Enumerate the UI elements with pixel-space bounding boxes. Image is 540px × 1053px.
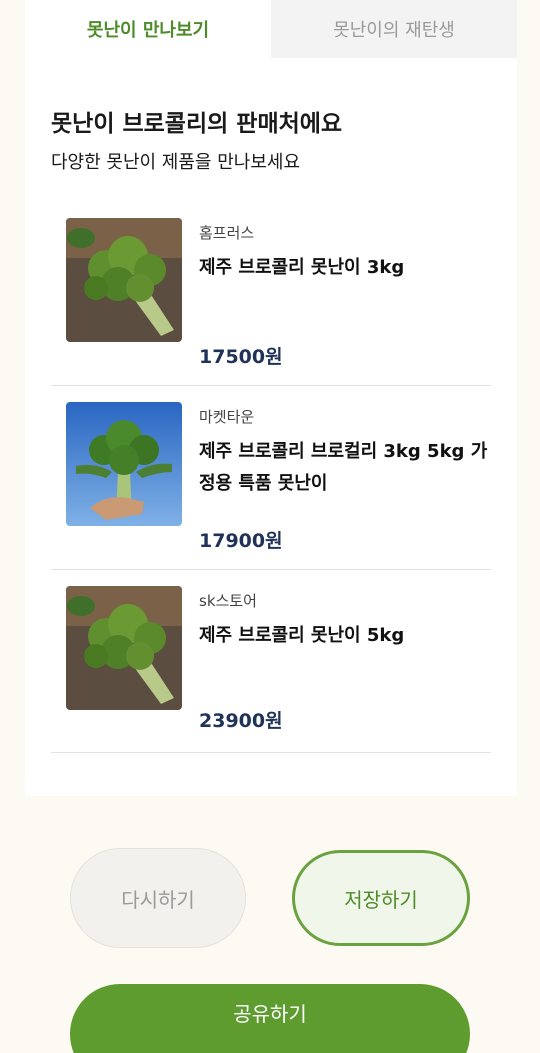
share-button-label: 공유하기 [233, 1001, 307, 1026]
tab-bar: 못난이 만나보기 못난이의 재탄생 [25, 0, 517, 58]
product-item[interactable]: sk스토어 제주 브로콜리 못난이 5kg 23900원 [51, 586, 491, 753]
product-name[interactable]: 제주 브로콜리 못난이 3kg [199, 252, 489, 284]
product-price: 17500원 [199, 346, 283, 368]
store-name: sk스토어 [199, 592, 257, 610]
tab-meet-ugly[interactable]: 못난이 만나보기 [25, 0, 271, 58]
broccoli-image [66, 402, 182, 526]
broccoli-image [66, 586, 182, 710]
page: 못난이 만나보기 못난이의 재탄생 못난이 브로콜리의 판매처에요 다양한 못난… [0, 0, 540, 1053]
save-button[interactable]: 저장하기 [292, 850, 470, 946]
page-subtitle: 다양한 못난이 제품을 만나보세요 [51, 152, 301, 173]
retry-button[interactable]: 다시하기 [70, 848, 246, 948]
product-item[interactable]: 마켓타운 제주 브로콜리 브로컬리 3kg 5kg 가정용 특품 못난이 179… [51, 402, 491, 570]
tab-reborn[interactable]: 못난이의 재탄생 [271, 0, 517, 58]
store-name: 홈프러스 [199, 224, 255, 242]
page-title: 못난이 브로콜리의 판매처에요 [51, 111, 343, 137]
broccoli-image [66, 218, 182, 342]
product-price: 17900원 [199, 530, 283, 552]
share-button[interactable]: 공유하기 [70, 984, 470, 1053]
store-name: 마켓타운 [199, 408, 255, 426]
seller-card: 못난이 브로콜리의 판매처에요 다양한 못난이 제품을 만나보세요 홈프러스 제… [25, 58, 517, 796]
product-price: 23900원 [199, 710, 283, 732]
product-item[interactable]: 홈프러스 제주 브로콜리 못난이 3kg 17500원 [51, 218, 491, 386]
product-name[interactable]: 제주 브로콜리 브로컬리 3kg 5kg 가정용 특품 못난이 [199, 436, 489, 500]
product-name[interactable]: 제주 브로콜리 못난이 5kg [199, 620, 489, 652]
